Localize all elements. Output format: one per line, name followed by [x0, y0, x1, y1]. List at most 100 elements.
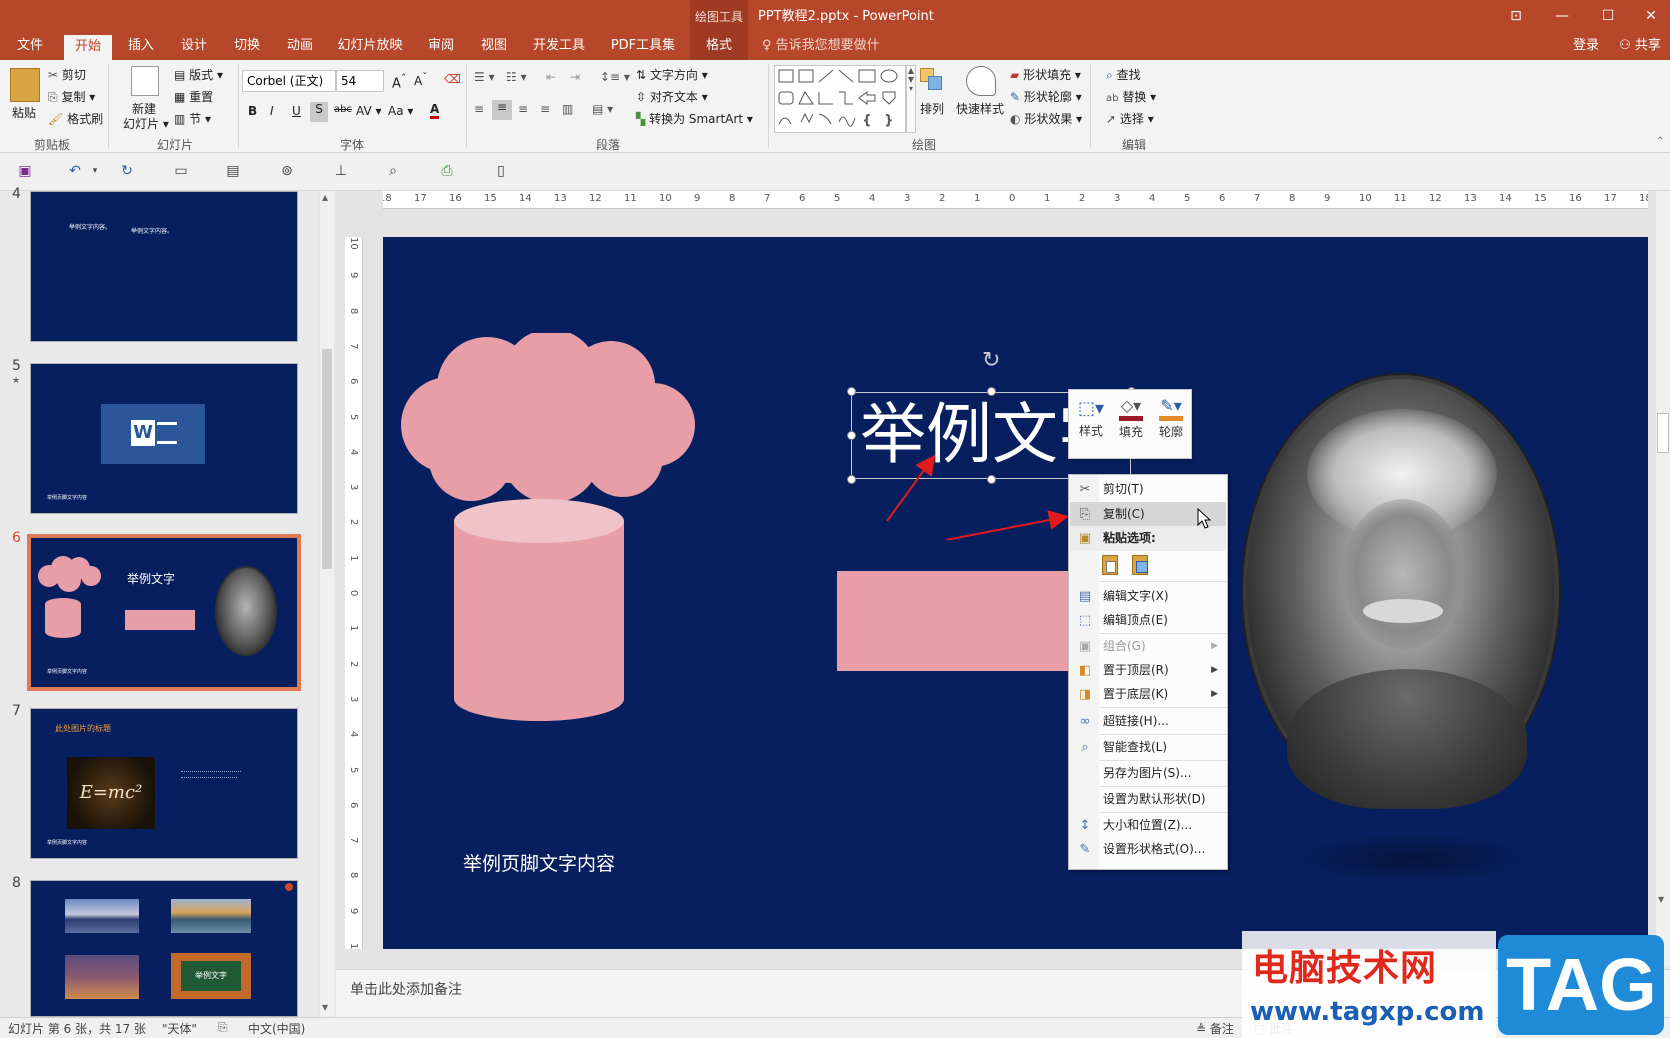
rectangle-shape[interactable]: [837, 571, 1077, 671]
slideshow-icon[interactable]: ⊚: [278, 163, 296, 179]
slide-thumbnail-4[interactable]: 举例文字内容。 举例文字内容。: [30, 191, 298, 342]
paste-keep-source-icon[interactable]: [1099, 553, 1123, 577]
justify-icon[interactable]: ≡: [540, 102, 550, 116]
tab-format[interactable]: 格式: [690, 32, 748, 60]
ribbon-display-options-icon[interactable]: ⊡: [1493, 0, 1539, 32]
align-right-icon[interactable]: ≡: [518, 102, 528, 116]
quick-styles-button[interactable]: 快速样式: [956, 100, 1004, 117]
paste-button[interactable]: 粘贴: [12, 104, 36, 121]
fill-button[interactable]: ◇▾ 填充: [1113, 396, 1149, 454]
select-button[interactable]: ➚ 选择 ▾: [1106, 110, 1154, 127]
reset-button[interactable]: ▦ 重置: [174, 88, 213, 105]
find-button[interactable]: ⌕ 查找: [1106, 66, 1141, 83]
minimize-button[interactable]: —: [1539, 0, 1585, 32]
tell-me-box[interactable]: ♀ 告诉我您想要做什么...: [762, 32, 902, 81]
change-case-button[interactable]: Aa ▾: [388, 104, 413, 118]
menu-item-edit-text[interactable]: ▤ 编辑文字(X): [1070, 584, 1226, 609]
align-center-icon[interactable]: ≡: [492, 100, 512, 120]
tab-file[interactable]: 文件: [8, 32, 52, 60]
columns-icon[interactable]: ▤ ▾: [592, 102, 613, 116]
current-slide[interactable]: 举例页脚文字内容: [383, 237, 1648, 949]
tab-developer[interactable]: 开发工具: [528, 32, 590, 60]
section-button[interactable]: ▥ 节 ▾: [174, 110, 211, 127]
layout-button[interactable]: ▤ 版式 ▾: [174, 66, 223, 83]
shapes-gallery-scroll[interactable]: ▲ ▼ ▾: [906, 65, 916, 133]
align-text-button[interactable]: ⇳ 对齐文本 ▾: [636, 88, 708, 105]
scrollbar-thumb[interactable]: [322, 349, 332, 569]
language-status[interactable]: 中文(中国): [248, 1020, 305, 1037]
numbering-button[interactable]: ☷ ▾: [506, 70, 527, 84]
menu-item-format-shape[interactable]: ✎ 设置形状格式(O)...: [1070, 837, 1226, 862]
cylinder-top[interactable]: [454, 499, 624, 543]
underline-button[interactable]: U: [292, 104, 301, 118]
tab-insert[interactable]: 插入: [120, 32, 162, 60]
char-spacing-button[interactable]: AV ▾: [356, 104, 382, 118]
strikethrough-button[interactable]: abc: [334, 104, 352, 115]
editor-scrollbar[interactable]: ▼: [1656, 191, 1670, 967]
scroll-up-icon[interactable]: ▲: [322, 193, 328, 202]
font-color-button[interactable]: A: [430, 102, 440, 119]
maximize-button[interactable]: ☐: [1585, 0, 1631, 32]
close-button[interactable]: ✕: [1628, 0, 1670, 32]
menu-item-set-default-shape[interactable]: 设置为默认形状(D): [1070, 787, 1226, 812]
menu-item-save-as-picture[interactable]: 另存为图片(S)...: [1070, 761, 1226, 786]
decrease-indent-icon[interactable]: ⇤: [546, 70, 556, 84]
shadow-button[interactable]: S: [310, 102, 328, 122]
menu-item-edit-points[interactable]: ⬚ 编辑顶点(E): [1070, 608, 1226, 633]
distributed-icon[interactable]: ▥: [562, 102, 573, 116]
tab-home[interactable]: 开始: [64, 35, 112, 60]
presenter-icon[interactable]: ⊥: [332, 163, 350, 179]
style-button[interactable]: ⬚▾ 样式: [1073, 396, 1109, 454]
resize-handle[interactable]: [847, 475, 856, 484]
sign-in-link[interactable]: 登录: [1568, 32, 1604, 60]
present-icon[interactable]: ▭: [172, 163, 190, 179]
resize-handle[interactable]: [987, 387, 996, 396]
shapes-gallery[interactable]: {}: [774, 65, 906, 133]
resize-handle[interactable]: [847, 431, 856, 440]
scrollbar-thumb[interactable]: [1657, 413, 1669, 453]
undo-dropdown-icon[interactable]: ▾: [86, 163, 104, 179]
spellcheck-icon[interactable]: ⎘: [218, 1020, 228, 1035]
print-icon[interactable]: ⎙: [438, 163, 456, 179]
thumbnail-scrollbar[interactable]: ▲ ▼: [320, 191, 334, 1017]
increase-indent-icon[interactable]: ⇥: [570, 70, 580, 84]
collapse-ribbon-icon[interactable]: ⌃: [1656, 136, 1664, 147]
line-spacing-icon[interactable]: ↕≡ ▾: [600, 70, 630, 84]
redo-icon[interactable]: ↻: [118, 163, 136, 179]
tab-view[interactable]: 视图: [473, 32, 515, 60]
format-painter-button[interactable]: 🖌 格式刷: [48, 110, 103, 127]
tab-pdf-tools[interactable]: PDF工具集: [606, 32, 680, 60]
notes-toggle[interactable]: ≜ 备注: [1196, 1020, 1234, 1037]
menu-item-smart-lookup[interactable]: ⌕ 智能查找(L): [1070, 735, 1226, 760]
slide-thumbnail-6[interactable]: 举例文字 举例页脚文字内容: [27, 534, 301, 691]
bullets-button[interactable]: ☰ ▾: [474, 70, 495, 84]
italic-button[interactable]: I: [270, 104, 274, 118]
tab-animations[interactable]: 动画: [279, 32, 321, 60]
shape-outline-button[interactable]: ✎ 形状轮廓 ▾: [1010, 88, 1082, 105]
rotate-handle-icon[interactable]: ↻: [982, 348, 1000, 373]
paste-picture-icon[interactable]: [1129, 553, 1153, 577]
slide-thumbnail-5[interactable]: W 举例页脚文字内容: [30, 363, 298, 514]
menu-item-group[interactable]: ▣ 组合(G) ▶: [1070, 634, 1226, 659]
menu-item-send-to-back[interactable]: ◨ 置于底层(K) ▶: [1070, 682, 1226, 707]
preview-icon[interactable]: ⌕: [384, 163, 402, 179]
replace-button[interactable]: ab 替换 ▾: [1106, 88, 1156, 105]
scroll-down-icon[interactable]: ▼: [322, 1003, 328, 1012]
menu-item-bring-to-front[interactable]: ◧ 置于顶层(R) ▶: [1070, 658, 1226, 683]
new-slide-button[interactable]: 幻灯片 ▾: [123, 115, 169, 132]
align-left-icon[interactable]: ≡: [474, 102, 484, 116]
scroll-down-icon[interactable]: ▼: [1658, 895, 1664, 904]
cut-button[interactable]: ✂ 剪切: [48, 66, 86, 83]
text-direction-button[interactable]: ⇅ 文字方向 ▾: [636, 66, 708, 83]
resize-handle[interactable]: [847, 387, 856, 396]
tab-design[interactable]: 设计: [173, 32, 215, 60]
slide-thumbnail-8[interactable]: 举例文字: [30, 880, 298, 1017]
slide-footer-text[interactable]: 举例页脚文字内容: [463, 849, 615, 876]
copy-button[interactable]: ⎘ 复制 ▾: [48, 88, 95, 105]
convert-smartart-button[interactable]: ▚ 转换为 SmartArt ▾: [636, 110, 753, 127]
slide-thumbnail-7[interactable]: 此处图片的标题 E=mc² 举例页脚文字内容: [30, 708, 298, 859]
document-icon[interactable]: ▯: [492, 163, 510, 179]
save-icon[interactable]: ▣: [16, 163, 34, 179]
tab-slideshow[interactable]: 幻灯片放映: [334, 32, 406, 60]
tab-transitions[interactable]: 切换: [226, 32, 268, 60]
